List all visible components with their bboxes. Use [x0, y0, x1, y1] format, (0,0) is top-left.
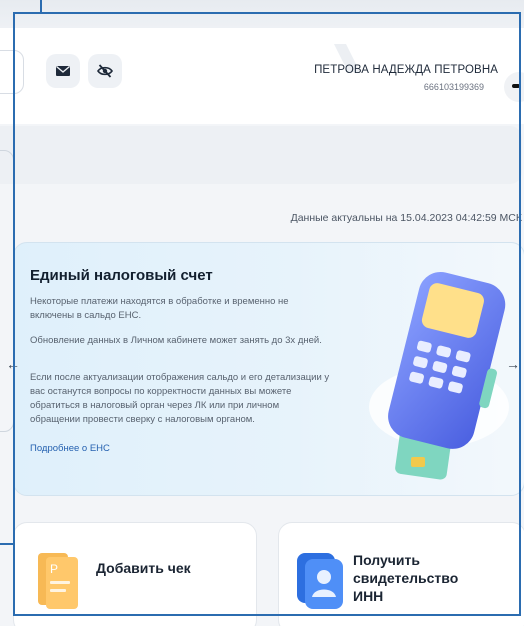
- get-inn-label: Получить свидетельство ИНН: [353, 552, 459, 604]
- id-card-icon: [297, 553, 343, 609]
- hide-balance-button[interactable]: [88, 54, 122, 88]
- ens-banner: Единый налоговый счет Некоторые платежи …: [13, 242, 524, 496]
- receipt-icon: P: [38, 553, 78, 609]
- banner-text-1: Некоторые платежи находятся в обработке …: [30, 296, 289, 321]
- banner-title: Единый налоговый счет: [30, 267, 213, 284]
- top-strip: [0, 0, 524, 28]
- frame-tick-left: [0, 543, 13, 545]
- add-receipt-card[interactable]: P Добавить чек: [13, 522, 257, 626]
- mail-icon: [56, 65, 70, 76]
- info-bar: [0, 126, 522, 184]
- side-panel-edge: [0, 150, 14, 432]
- banner-text-2: Обновление данных в Личном кабинете може…: [30, 335, 322, 346]
- banner-text-3: Если после актуализации отображения саль…: [30, 372, 330, 425]
- payment-terminal-icon: [369, 271, 509, 480]
- eye-off-icon: [97, 64, 113, 78]
- user-inn: 666103199369: [423, 82, 484, 92]
- ens-more-link[interactable]: Подробнее о ЕНС: [30, 443, 110, 454]
- svg-text:P: P: [50, 562, 58, 576]
- banner-next-arrow[interactable]: →: [506, 356, 520, 372]
- add-receipt-label: Добавить чек: [96, 560, 191, 576]
- get-inn-card[interactable]: Получить свидетельство ИНН: [278, 522, 524, 626]
- data-actual-date: Данные актуальны на 15.04.2023 04:42:59 …: [290, 212, 522, 224]
- screen: ПЕТРОВА НАДЕЖДА ПЕТРОВНА 666103199369 Да…: [0, 0, 524, 626]
- profile-menu-icon[interactable]: [504, 72, 524, 102]
- header: ПЕТРОВА НАДЕЖДА ПЕТРОВНА 666103199369: [0, 28, 524, 124]
- frame-tick-top: [40, 0, 42, 12]
- banner-prev-arrow[interactable]: ←: [6, 356, 20, 372]
- user-name[interactable]: ПЕТРОВА НАДЕЖДА ПЕТРОВНА: [314, 64, 498, 76]
- left-edge-button[interactable]: [0, 50, 24, 94]
- messages-button[interactable]: [46, 54, 80, 88]
